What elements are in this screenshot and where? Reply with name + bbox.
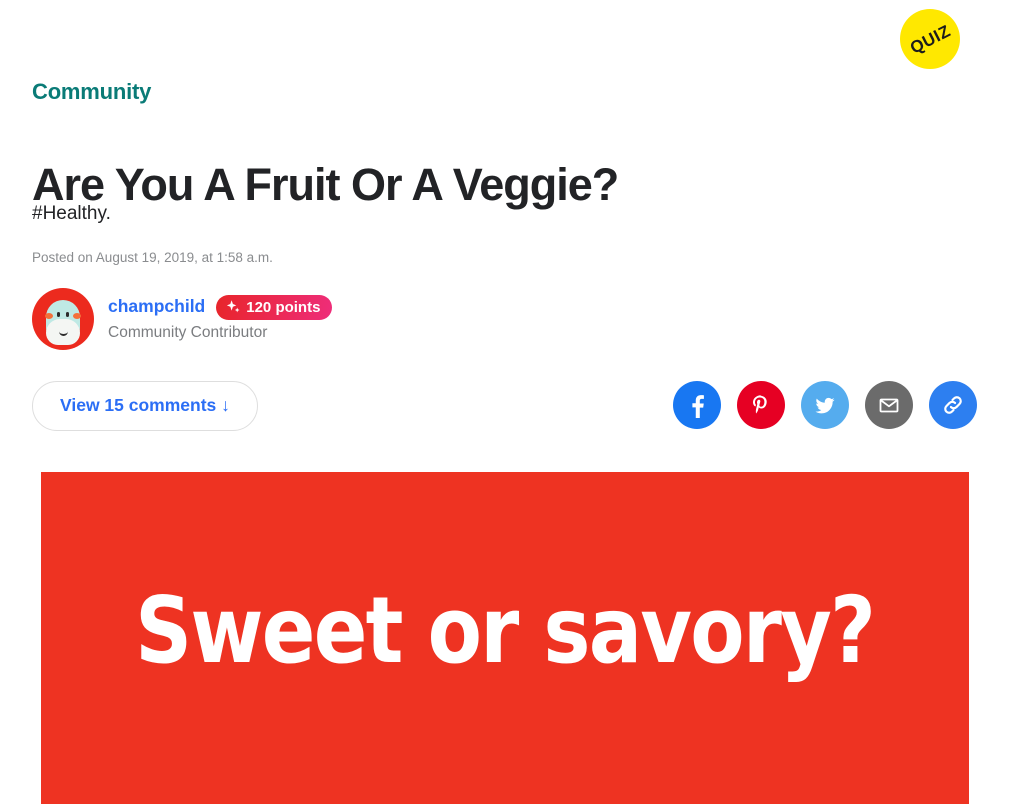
twitter-icon [815,397,835,414]
points-badge: 120 points [216,294,333,320]
view-comments-button[interactable]: View 15 comments ↓ [32,381,258,431]
page-title: Are You A Fruit Or A Veggie? [32,159,619,211]
share-email-button[interactable] [865,381,913,429]
byline: champchild 120 points Community Contribu… [32,288,333,350]
pinterest-icon [753,395,767,414]
avatar-eye-left [57,312,60,317]
author-role: Community Contributor [108,324,268,342]
author-username[interactable]: champchild [108,298,205,316]
view-comments-label: View 15 comments ↓ [60,395,230,416]
hero-banner-text: Sweet or savory? [135,577,876,684]
email-icon [879,398,899,413]
share-link-button[interactable] [929,381,977,429]
avatar-cheek-left [45,313,53,319]
sparkle-icon [227,300,240,313]
share-facebook-button[interactable] [673,381,721,429]
quiz-article-page: QUIZ Community Are You A Fruit Or A Vegg… [0,0,1009,804]
article-timestamp: Posted on August 19, 2019, at 1:58 a.m. [32,250,273,265]
hero-banner: Sweet or savory? [41,472,969,804]
byline-name-row: champchild 120 points [108,294,333,320]
avatar-eye-right [66,312,69,317]
quiz-badge-label: QUIZ [906,20,954,58]
avatar[interactable] [32,288,94,350]
avatar-cheek-right [73,313,81,319]
article-dek: #Healthy. [32,203,111,224]
share-twitter-button[interactable] [801,381,849,429]
facebook-icon [692,395,704,418]
byline-text: champchild 120 points Community Contribu… [108,294,333,343]
category-kicker[interactable]: Community [32,79,151,105]
link-icon [944,396,962,414]
quiz-badge: QUIZ [900,9,960,69]
points-label: 120 points [246,298,321,316]
share-pinterest-button[interactable] [737,381,785,429]
share-row [673,381,977,429]
